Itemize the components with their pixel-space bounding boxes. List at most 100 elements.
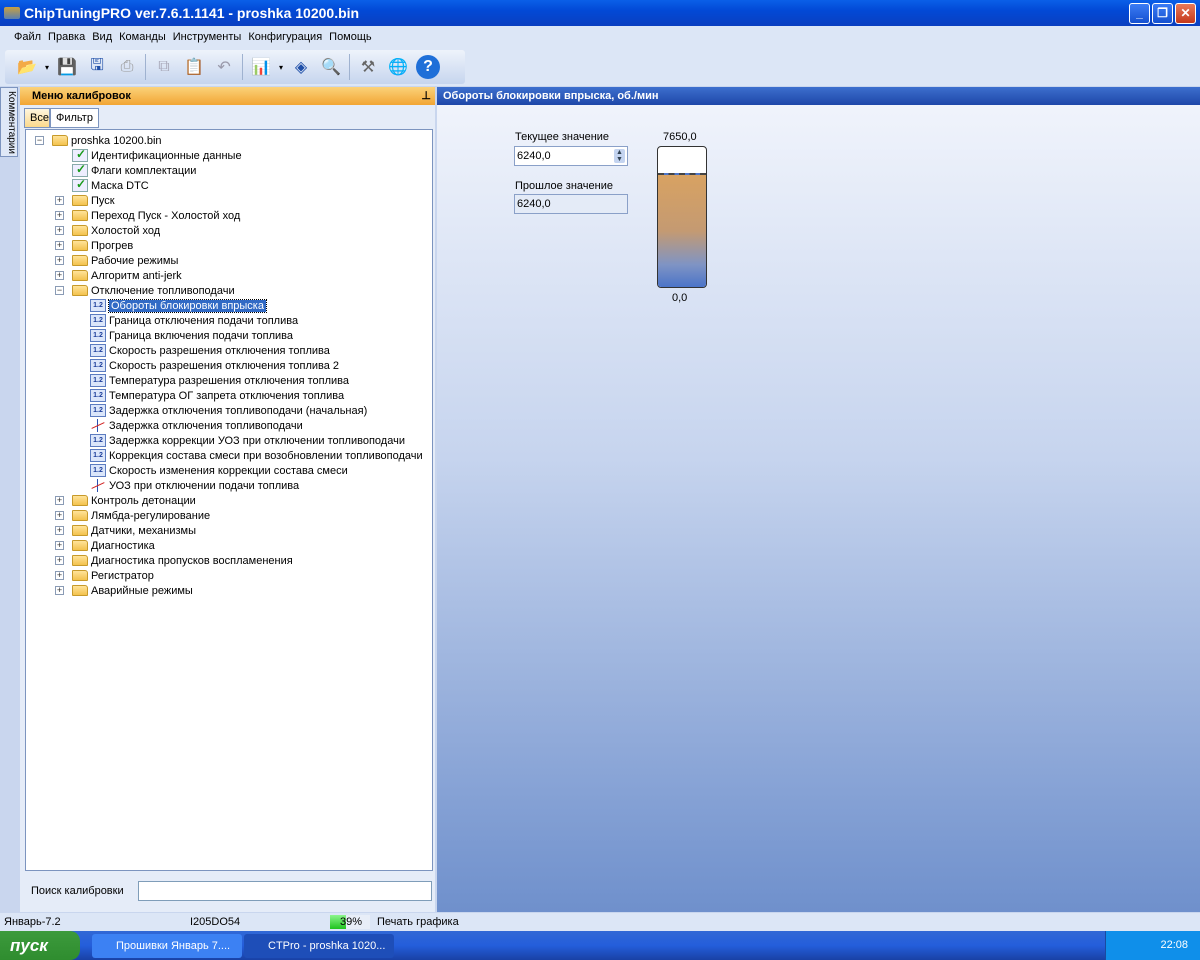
tree-item[interactable]: + Рабочие режимы [55,253,179,268]
search-input[interactable] [137,881,432,901]
tree-item[interactable]: 1.2 Коррекция состава смеси при возобновл… [90,448,423,463]
tree-item-label: Задержка отключения топливоподачи [109,419,303,432]
expand-icon[interactable]: + [55,496,64,505]
expand-icon[interactable]: + [55,556,64,565]
tab-all[interactable]: Все [24,108,50,128]
collapse-icon[interactable]: − [35,136,44,145]
tree-item[interactable]: + Прогрев [55,238,133,253]
collapse-icon[interactable]: − [55,286,64,295]
folder-icon [72,270,88,281]
menu-commands[interactable]: Команды [119,31,166,43]
menu-tools[interactable]: Инструменты [173,31,242,43]
task-opera[interactable]: Прошивки Январь 7.... [92,934,242,958]
task-label: Прошивки Январь 7.... [116,940,231,952]
help-icon[interactable]: ? [416,55,441,79]
expand-icon[interactable]: + [55,541,64,550]
folder-icon [72,555,88,566]
tree-item[interactable]: 1.2 Температура ОГ запрета отключения топ… [90,388,344,403]
tree-item-label: Алгоритм anti-jerk [91,269,182,282]
save-as-icon[interactable]: 🖫 [85,55,109,79]
web-icon[interactable]: 🌐 [386,55,410,79]
gauge-min: 0,0 [672,292,688,304]
expand-icon[interactable]: + [55,226,64,235]
expand-icon[interactable]: + [55,241,64,250]
folder-icon [52,135,68,146]
tab-filter[interactable]: Фильтр [50,108,99,128]
menu-config[interactable]: Конфигурация [248,31,322,43]
tree-item[interactable]: Идентификационные данные [72,147,242,163]
tree-item[interactable]: + Регистратор [55,568,154,583]
tree-item[interactable]: УОЗ при отключении подачи топлива [90,478,299,493]
search-label: Поиск калибровки [31,885,124,897]
expand-icon[interactable]: + [55,256,64,265]
expand-icon[interactable]: + [55,586,64,595]
tree-item[interactable]: + Алгоритм anti-jerk [55,268,182,283]
paste-icon[interactable]: 📋 [182,55,206,79]
open-icon[interactable]: 📂 [15,55,39,79]
tree-item-label: Граница включения подачи топлива [109,329,294,342]
tree-item[interactable]: 1.2 Задержка отключения топливоподачи (на… [90,403,367,418]
spinner-icon[interactable]: ▲ ▼ [614,149,625,163]
minimize-button[interactable]: _ [1129,3,1150,24]
expand-icon[interactable]: + [55,571,64,580]
comments-side-tab[interactable]: Комментарии [0,87,18,157]
expand-icon[interactable]: + [55,271,64,280]
pin-icon[interactable]: ⊥ [421,87,431,105]
tree-item[interactable]: 1.2 Обороты блокировки впрыска [90,298,267,313]
expand-icon[interactable]: + [55,511,64,520]
table-icon: 1.2 [90,344,106,357]
close-button[interactable]: ✕ [1175,3,1196,24]
tree-item[interactable]: 1.2 Задержка коррекции УОЗ при отключении… [90,433,405,448]
tree-item[interactable]: + Диагностика [55,538,155,553]
tree-item[interactable]: + Контроль детонации [55,493,196,508]
tree-item[interactable]: − proshka 10200.bin [35,133,162,148]
tree-item[interactable]: + Диагностика пропусков воспламенения [55,553,293,568]
save-icon[interactable]: 💾 [55,55,79,79]
tree-item[interactable]: 1.2 Скорость изменения коррекции состава … [90,463,348,478]
tree-item[interactable]: 1.2 Температура разрешения отключения топ… [90,373,349,388]
menu-help[interactable]: Помощь [329,31,372,43]
tree-item[interactable]: 1.2 Граница отключения подачи топлива [90,313,298,328]
app-icon [4,7,20,19]
tree-item[interactable]: 1.2 Граница включения подачи топлива [90,328,293,343]
menu-view[interactable]: Вид [92,31,112,43]
tree-item[interactable]: + Лямбда-регулирование [55,508,210,523]
tree-item[interactable]: Маска DTC [72,177,149,193]
gauge-fill [658,172,706,287]
current-value-input[interactable]: 6240,0 ▲ ▼ [514,146,628,166]
tree-item-label: Аварийные режимы [91,584,193,597]
tree-item-label: Скорость изменения коррекции состава сме… [109,464,348,477]
tree-item[interactable]: + Холостой ход [55,223,160,238]
menu-file[interactable]: Файл [14,31,41,43]
info-icon[interactable]: ◈ [289,55,313,79]
tree-item-label: Скорость разрешения отключения топлива [109,344,330,357]
undo-icon[interactable]: ↶ [212,55,236,79]
tree-item[interactable]: Задержка отключения топливоподачи [90,418,303,433]
folder-icon [72,495,88,506]
tools-icon[interactable]: ⚒ [356,55,380,79]
expand-icon[interactable]: + [55,526,64,535]
tree-item[interactable]: + Пуск [55,193,115,208]
tree-item[interactable]: + Датчики, механизмы [55,523,196,538]
system-tray: 22:08 [1105,931,1200,960]
find-icon[interactable]: 🔍 [319,55,343,79]
folder-icon [72,225,88,236]
expand-icon[interactable]: + [55,196,64,205]
task-ctpro[interactable]: CTPro - proshka 1020... [244,934,394,958]
tree-item[interactable]: + Аварийные режимы [55,583,193,598]
tree-item[interactable]: 1.2 Скорость разрешения отключения топлив… [90,343,330,358]
menu-edit[interactable]: Правка [48,31,85,43]
copy-icon[interactable]: ⧉ [152,55,176,79]
tree-item-label: Рабочие режимы [91,254,179,267]
tree-item[interactable]: + Переход Пуск - Холостой ход [55,208,240,223]
expand-icon[interactable]: + [55,211,64,220]
print-icon[interactable]: ⎙ [115,55,139,79]
tree-item[interactable]: Флаги комплектации [72,162,196,178]
folder-icon [72,210,88,221]
tree-item[interactable]: 1.2 Скорость разрешения отключения топлив… [90,358,339,373]
tree-item[interactable]: − Отключение топливоподачи [55,283,235,298]
folder-icon [72,240,88,251]
maximize-button[interactable]: ❐ [1152,3,1173,24]
start-button[interactable]: пуск [0,931,80,960]
chart-icon[interactable]: 📊 [249,55,273,79]
